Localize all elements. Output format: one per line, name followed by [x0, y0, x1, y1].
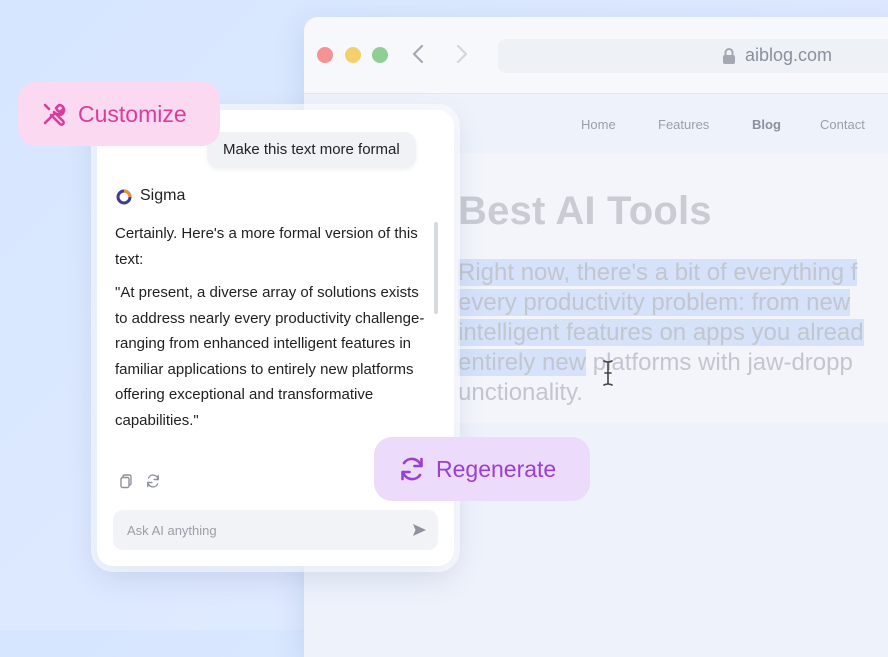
- browser-toolbar: aiblog.com: [304, 17, 888, 94]
- reply-scrollbar[interactable]: [434, 222, 438, 314]
- text-cursor-icon: [603, 360, 613, 386]
- nav-blog[interactable]: Blog: [752, 117, 781, 132]
- nav-home[interactable]: Home: [581, 117, 616, 132]
- reply-quote: "At present, a diverse array of solution…: [115, 284, 425, 429]
- selected-line: every productivity problem: from new: [458, 289, 851, 316]
- regenerate-button[interactable]: Regenerate: [374, 437, 590, 501]
- reply-intro: Certainly. Here's a more formal version …: [115, 225, 418, 268]
- body-line: platforms with jaw-dropp: [586, 349, 853, 376]
- assistant-reply: Certainly. Here's a more formal version …: [115, 221, 427, 441]
- nav-features[interactable]: Features: [658, 117, 709, 132]
- minimize-window-button[interactable]: [345, 47, 361, 63]
- body-line: unctionality.: [458, 379, 583, 406]
- copy-icon[interactable]: [118, 473, 134, 489]
- customize-label: Customize: [78, 100, 187, 127]
- sigma-logo-icon: [116, 189, 132, 205]
- back-arrow-icon[interactable]: [408, 43, 430, 65]
- selected-line: intelligent features on apps you alread: [458, 319, 864, 346]
- refresh-icon[interactable]: [145, 473, 161, 489]
- selected-line: entirely new: [458, 349, 587, 376]
- ask-ai-input[interactable]: [113, 510, 438, 550]
- forward-arrow-icon[interactable]: [450, 43, 472, 65]
- selected-line: Right now, there's a bit of everything f: [458, 259, 858, 286]
- close-window-button[interactable]: [317, 47, 333, 63]
- send-icon[interactable]: [411, 522, 427, 538]
- regenerate-icon: [401, 457, 423, 481]
- url-text: aiblog.com: [745, 45, 833, 65]
- customize-button[interactable]: Customize: [18, 82, 220, 146]
- nav-contact[interactable]: Contact: [820, 117, 865, 132]
- blog-body[interactable]: Right now, there's a bit of everything f…: [458, 258, 888, 408]
- tools-icon: [43, 103, 66, 126]
- lock-icon: [723, 48, 735, 64]
- blog-title: Best AI Tools: [458, 189, 712, 233]
- maximize-window-button[interactable]: [372, 47, 388, 63]
- user-message-bubble: Make this text more formal: [207, 132, 416, 168]
- assistant-name: Sigma: [140, 187, 186, 204]
- regenerate-label: Regenerate: [436, 455, 557, 482]
